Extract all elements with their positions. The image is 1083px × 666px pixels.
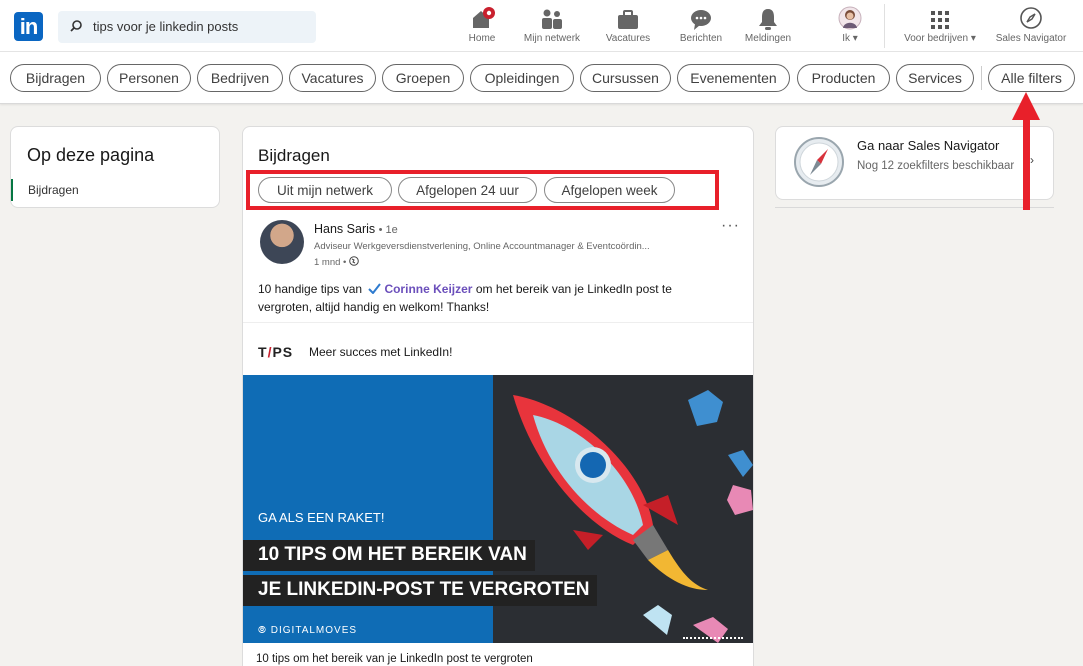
nav-for-business-label: Voor bedrijven — [904, 33, 969, 44]
nav-home-label: Home — [468, 33, 496, 44]
more-options-icon[interactable]: ··· — [721, 217, 740, 235]
network-icon — [542, 9, 562, 29]
search-query: tips voor je linkedin posts — [93, 19, 239, 34]
digitalmoves-logo: ⦾ DIGITALMOVES — [258, 625, 358, 636]
linkedin-logo[interactable]: in — [14, 12, 43, 41]
brand-name: DIGITALMOVES — [270, 625, 358, 636]
filter-events[interactable]: Evenementen — [677, 64, 790, 92]
filter-services[interactable]: Services — [896, 64, 974, 92]
nav-divider — [884, 4, 885, 48]
grid-icon — [931, 11, 949, 29]
nav-sales-navigator-label: Sales Navigator — [995, 33, 1067, 44]
annotation-highlight-box — [246, 170, 719, 210]
image-headline-line1: 10 TIPS OM HET BEREIK VAN — [243, 540, 535, 571]
decorative-dots — [683, 637, 743, 639]
filter-people[interactable]: Personen — [107, 64, 191, 92]
author-avatar[interactable] — [260, 220, 304, 264]
nav-me-label: Ik — [842, 33, 850, 44]
results-title: Bijdragen — [258, 146, 330, 165]
globe-icon — [349, 256, 359, 266]
divider — [775, 207, 1054, 208]
nav-me[interactable]: Ik ▾ — [828, 6, 872, 44]
link-preview-title[interactable]: Meer succes met LinkedIn! — [309, 345, 452, 359]
nav-notifications[interactable]: Meldingen — [740, 6, 796, 44]
filter-groups[interactable]: Groepen — [382, 64, 464, 92]
on-this-page-title: Op deze pagina — [27, 145, 155, 165]
sales-navigator-card[interactable]: Ga naar Sales Navigator Nog 12 zoekfilte… — [775, 126, 1054, 200]
image-kicker: GA ALS EEN RAKET! — [258, 510, 385, 525]
filter-products[interactable]: Producten — [797, 64, 890, 92]
tips-logo: T/PS — [258, 344, 294, 360]
sales-navigator-subtitle: Nog 12 zoekfilters beschikbaar — [857, 160, 1015, 172]
briefcase-icon — [618, 10, 638, 29]
on-this-page-card: Op deze pagina Bijdragen — [10, 126, 220, 208]
nav-network[interactable]: Mijn netwerk — [517, 6, 587, 44]
nav-messaging[interactable]: Berichten — [673, 6, 729, 44]
filter-courses[interactable]: Cursussen — [580, 64, 671, 92]
link-preview-caption[interactable]: 10 tips om het bereik van je LinkedIn po… — [256, 653, 533, 665]
nav-jobs-label: Vacatures — [605, 33, 651, 44]
annotation-arrow-head — [1012, 92, 1040, 120]
profile-avatar — [838, 6, 862, 30]
nav-notifications-label: Meldingen — [744, 33, 792, 44]
search-input[interactable]: tips voor je linkedin posts — [58, 11, 316, 43]
divider — [243, 322, 753, 323]
search-icon — [70, 20, 82, 32]
filter-companies[interactable]: Bedrijven — [197, 64, 283, 92]
posts-results-card: Bijdragen Uit mijn netwerk Afgelopen 24 … — [242, 126, 754, 666]
nav-messaging-label: Berichten — [679, 33, 723, 44]
caret-down-icon: ▾ — [970, 33, 976, 44]
search-filter-bar: Bijdragen Personen Bedrijven Vacatures G… — [0, 52, 1083, 104]
author-name[interactable]: Hans Saris — [314, 222, 375, 236]
safari-compass-icon — [794, 137, 844, 187]
caret-down-icon: ▾ — [852, 33, 858, 44]
sales-navigator-title[interactable]: Ga naar Sales Navigator — [857, 138, 999, 153]
post-age: 1 mnd • — [314, 257, 347, 268]
chevron-right-icon: › — [1030, 153, 1034, 167]
connection-degree: • 1e — [378, 224, 398, 236]
filter-divider — [981, 66, 982, 90]
post-image[interactable]: GA ALS EEN RAKET! 10 TIPS OM HET BEREIK … — [243, 375, 753, 643]
annotation-arrow-shaft — [1023, 118, 1030, 210]
nav-jobs[interactable]: Vacatures — [600, 6, 656, 44]
all-filters-button[interactable]: Alle filters — [988, 64, 1075, 92]
nav-sales-navigator[interactable]: Sales Navigator — [987, 6, 1075, 44]
mention-link[interactable]: Corinne Keijzer — [384, 282, 472, 296]
sidebar-item-posts[interactable]: Bijdragen — [11, 179, 79, 201]
nav-home[interactable]: Home — [460, 6, 504, 44]
bell-icon — [759, 9, 777, 30]
messaging-icon — [691, 10, 711, 30]
compass-icon — [1020, 7, 1042, 29]
post-text: 10 handige tips van Corinne Keijzer om h… — [258, 280, 728, 316]
checkmark-icon — [368, 283, 382, 294]
post-text-start: 10 handige tips van — [258, 282, 363, 296]
filter-posts[interactable]: Bijdragen — [10, 64, 101, 92]
filter-jobs[interactable]: Vacatures — [289, 64, 376, 92]
nav-for-business[interactable]: Voor bedrijven ▾ — [896, 6, 984, 44]
author-headline: Adviseur Werkgeversdienstverlening, Onli… — [314, 241, 650, 252]
nav-network-label: Mijn netwerk — [523, 33, 581, 44]
home-icon — [473, 7, 495, 28]
top-navigation: in tips voor je linkedin posts Home Mijn… — [0, 0, 1083, 52]
filter-courses-education[interactable]: Opleidingen — [470, 64, 574, 92]
image-headline-line2: JE LINKEDIN-POST TE VERGROTEN — [243, 575, 598, 606]
